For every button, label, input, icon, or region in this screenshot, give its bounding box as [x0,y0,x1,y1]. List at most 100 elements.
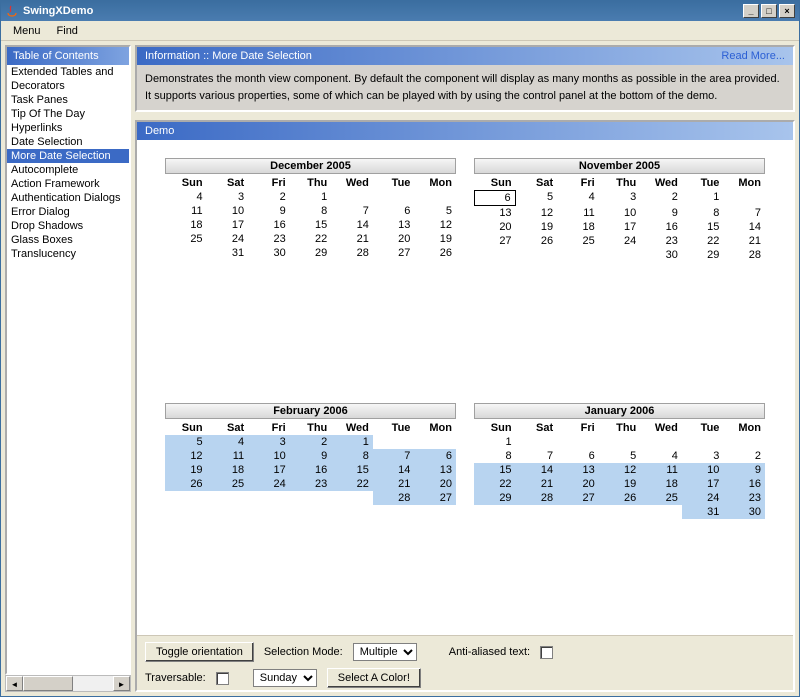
day-cell[interactable]: 15 [682,220,724,234]
day-cell[interactable]: 10 [599,206,641,220]
toc-item[interactable]: More Date Selection [7,149,129,163]
day-cell[interactable]: 4 [207,435,249,449]
day-cell[interactable]: 12 [414,218,456,232]
day-cell[interactable]: 9 [723,463,765,477]
day-cell[interactable]: 29 [474,491,516,505]
day-cell[interactable]: 2 [640,190,682,206]
day-cell[interactable]: 4 [640,449,682,463]
day-cell[interactable]: 23 [723,491,765,505]
day-cell[interactable]: 5 [599,449,641,463]
toc-item[interactable]: Extended Tables and [7,65,129,79]
scroll-track[interactable] [73,676,113,691]
anti-aliased-checkbox[interactable] [540,646,553,659]
read-more-link[interactable]: Read More... [721,50,785,62]
day-cell[interactable]: 22 [682,234,724,248]
day-cell[interactable]: 28 [373,491,415,505]
day-cell[interactable]: 9 [640,206,682,220]
day-cell[interactable]: 22 [474,477,516,491]
day-cell[interactable]: 6 [414,449,456,463]
minimize-button[interactable]: _ [743,4,759,18]
close-button[interactable]: × [779,4,795,18]
day-cell[interactable]: 23 [640,234,682,248]
toc-item[interactable]: Tip Of The Day [7,107,129,121]
day-cell[interactable]: 14 [373,463,415,477]
day-cell[interactable]: 27 [557,491,599,505]
day-cell[interactable]: 24 [599,234,641,248]
day-cell[interactable]: 8 [682,206,724,220]
day-cell[interactable]: 16 [290,463,332,477]
day-cell[interactable]: 30 [723,505,765,519]
day-cell[interactable]: 24 [207,232,249,246]
day-cell[interactable]: 22 [290,232,332,246]
day-cell[interactable]: 15 [474,463,516,477]
day-cell[interactable]: 27 [373,246,415,260]
day-cell[interactable]: 8 [474,449,516,463]
day-cell[interactable]: 23 [290,477,332,491]
day-cell[interactable]: 2 [290,435,332,449]
select-color-button[interactable]: Select A Color! [327,668,421,688]
day-cell[interactable]: 13 [414,463,456,477]
day-cell[interactable]: 19 [165,463,207,477]
day-cell[interactable]: 29 [290,246,332,260]
day-cell[interactable]: 6 [557,449,599,463]
day-cell[interactable]: 31 [207,246,249,260]
day-cell[interactable]: 3 [599,190,641,206]
day-cell[interactable]: 1 [474,435,516,449]
day-cell[interactable]: 21 [516,477,558,491]
day-cell[interactable]: 26 [516,234,558,248]
day-cell[interactable]: 28 [723,248,765,262]
day-cell[interactable]: 11 [207,449,249,463]
day-cell[interactable]: 20 [373,232,415,246]
day-cell[interactable]: 13 [373,218,415,232]
day-cell[interactable]: 25 [207,477,249,491]
toc-item[interactable]: Date Selection [7,135,129,149]
day-cell[interactable]: 14 [723,220,765,234]
day-cell[interactable]: 17 [682,477,724,491]
toc-item[interactable]: Action Framework [7,177,129,191]
day-cell[interactable]: 3 [207,190,249,204]
day-cell[interactable]: 25 [557,234,599,248]
day-cell[interactable]: 31 [682,505,724,519]
menu-menu[interactable]: Menu [5,25,49,37]
day-cell[interactable]: 6 [373,204,415,218]
day-cell[interactable]: 28 [516,491,558,505]
toc-item[interactable]: Decorators [7,79,129,93]
month-view[interactable]: November 2005SunSatFriThuWedTueMon654321… [474,158,765,391]
day-cell[interactable]: 20 [557,477,599,491]
day-cell[interactable]: 11 [165,204,207,218]
day-cell[interactable]: 30 [248,246,290,260]
day-cell[interactable]: 27 [474,234,516,248]
day-cell[interactable]: 17 [248,463,290,477]
day-cell[interactable]: 5 [516,190,558,206]
day-cell[interactable]: 3 [248,435,290,449]
day-cell[interactable]: 6 [474,190,516,206]
day-cell[interactable]: 18 [207,463,249,477]
maximize-button[interactable]: □ [761,4,777,18]
day-cell[interactable]: 4 [557,190,599,206]
traversable-checkbox[interactable] [216,672,229,685]
day-cell[interactable]: 7 [373,449,415,463]
day-cell[interactable]: 26 [165,477,207,491]
day-cell[interactable]: 10 [207,204,249,218]
day-cell[interactable]: 1 [331,435,373,449]
toggle-orientation-button[interactable]: Toggle orientation [145,642,254,662]
day-cell[interactable]: 25 [165,232,207,246]
day-cell[interactable]: 5 [414,204,456,218]
day-cell[interactable]: 18 [640,477,682,491]
day-cell[interactable]: 3 [682,449,724,463]
day-cell[interactable]: 12 [165,449,207,463]
day-cell[interactable]: 21 [723,234,765,248]
day-cell[interactable]: 19 [516,220,558,234]
scroll-right-icon[interactable]: ► [113,676,130,691]
selection-mode-select[interactable]: Multiple [353,643,417,661]
day-cell[interactable]: 16 [640,220,682,234]
day-cell[interactable]: 26 [599,491,641,505]
scroll-thumb[interactable] [23,676,73,691]
day-cell[interactable]: 22 [331,477,373,491]
toc-item[interactable]: Authentication Dialogs [7,191,129,205]
day-cell[interactable]: 10 [682,463,724,477]
day-cell[interactable]: 20 [474,220,516,234]
day-cell[interactable]: 1 [682,190,724,206]
day-cell[interactable]: 29 [682,248,724,262]
day-cell[interactable]: 4 [165,190,207,204]
